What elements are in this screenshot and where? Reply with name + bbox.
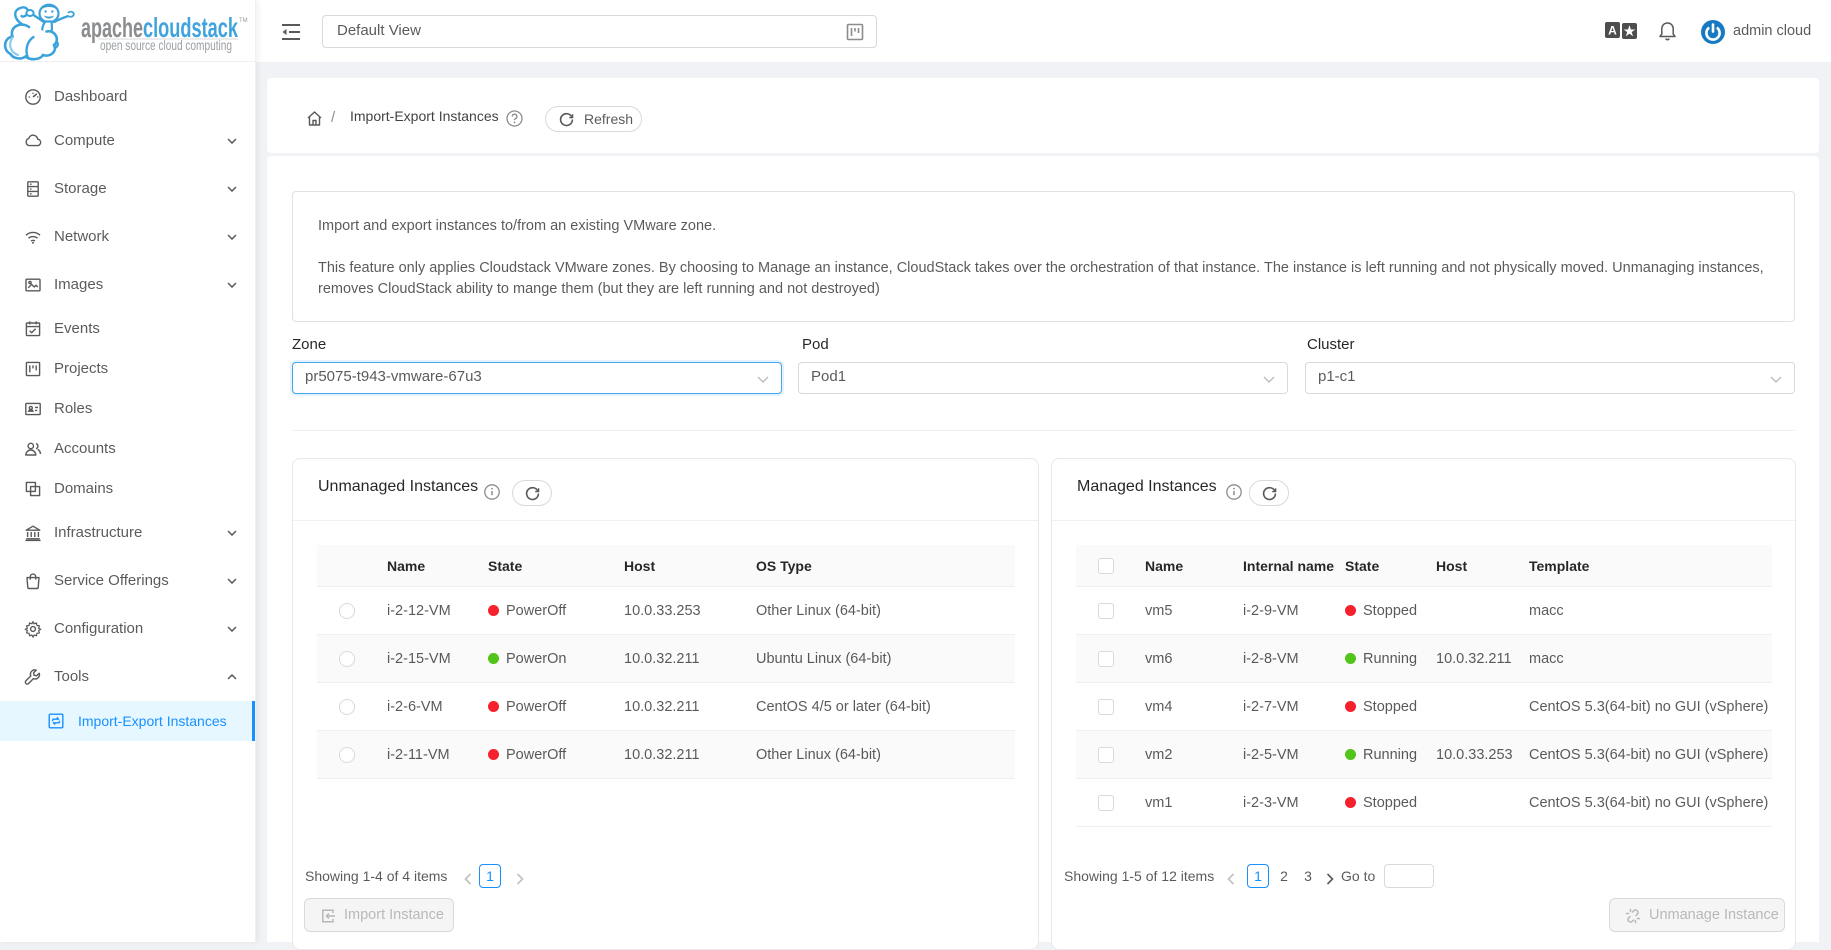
svg-text:A: A (1608, 24, 1617, 38)
svg-text:★: ★ (1624, 24, 1636, 39)
svg-text:TM: TM (239, 18, 248, 24)
svg-text:open source cloud computing: open source cloud computing (100, 37, 232, 53)
